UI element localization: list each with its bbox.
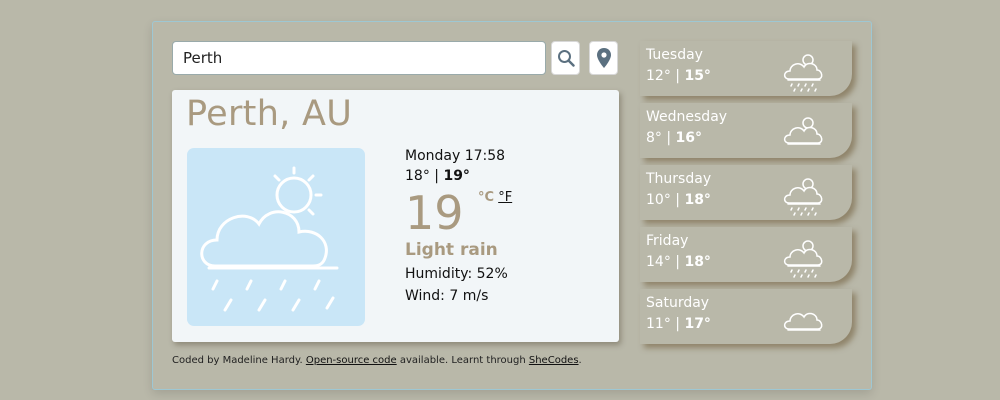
cloud-icon [780,295,826,341]
forecast-low: 8° [646,130,662,146]
forecast-temps: 10° | 18° [646,192,711,208]
partly-cloudy-icon [780,109,826,155]
forecast-item: Saturday 11° | 17° [640,289,852,344]
footer-suffix: . [578,355,582,366]
location-pin-icon [596,48,611,68]
forecast-low: 11° [646,316,671,332]
footer: Coded by Madeline Hardy. Open-source cod… [172,355,582,366]
forecast-day: Wednesday [646,109,728,125]
rain-icon [780,47,826,93]
unit-switch: °C °F [478,190,512,205]
forecast-day: Saturday [646,295,710,311]
forecast-low: 12° [646,68,671,84]
datetime: Monday 17:58 [405,148,506,164]
forecast-high: 18° [684,254,711,270]
unit-fahrenheit-link[interactable]: °F [498,190,512,205]
forecast-item: Wednesday 8° | 16° [640,103,852,158]
forecast-high: 17° [684,316,711,332]
forecast-temps: 8° | 16° [646,130,703,146]
forecast-item: Tuesday 12° | 15° [640,41,852,96]
humidity: Humidity: 52% [405,266,508,282]
forecast-item: Friday 14° | 18° [640,227,852,282]
range-separator: | [429,168,444,184]
today-temp-range: 18° | 19° [405,168,470,184]
forecast-day: Friday [646,233,689,249]
forecast-low: 14° [646,254,671,270]
today-high: 19° [443,168,470,184]
rain-icon [780,233,826,279]
search-button[interactable] [551,41,580,75]
search-input[interactable] [172,41,546,75]
cloud-rain-sun-icon [187,148,365,326]
weather-app: Perth, AU [152,21,872,390]
forecast-item: Thursday 10° | 18° [640,165,852,220]
forecast-high: 18° [684,192,711,208]
footer-middle: available. Learnt through [396,355,529,366]
search-icon [557,50,575,67]
forecast-high: 16° [675,130,703,146]
today-low: 18° [405,168,430,184]
forecast-day: Tuesday [646,47,703,63]
forecast-temps: 14° | 18° [646,254,711,270]
forecast-day: Thursday [646,171,712,187]
current-location-button[interactable] [589,41,618,75]
forecast-low: 10° [646,192,671,208]
wind-speed: Wind: 7 m/s [405,288,489,304]
shecodes-link[interactable]: SheCodes [529,355,579,366]
forecast-temps: 12° | 15° [646,68,711,84]
city-name: Perth, AU [186,94,353,134]
unit-celsius[interactable]: °C [478,190,494,205]
current-temperature: 19 [405,186,464,240]
footer-prefix: Coded by Madeline Hardy. [172,355,306,366]
forecast-high: 15° [684,68,711,84]
open-source-link[interactable]: Open-source code [306,355,397,366]
current-weather-card: Perth, AU Monday 17:58 18° | 19° 19 °C °… [172,90,619,342]
rain-icon [780,171,826,217]
weather-condition: Light rain [405,240,498,260]
forecast-temps: 11° | 17° [646,316,711,332]
